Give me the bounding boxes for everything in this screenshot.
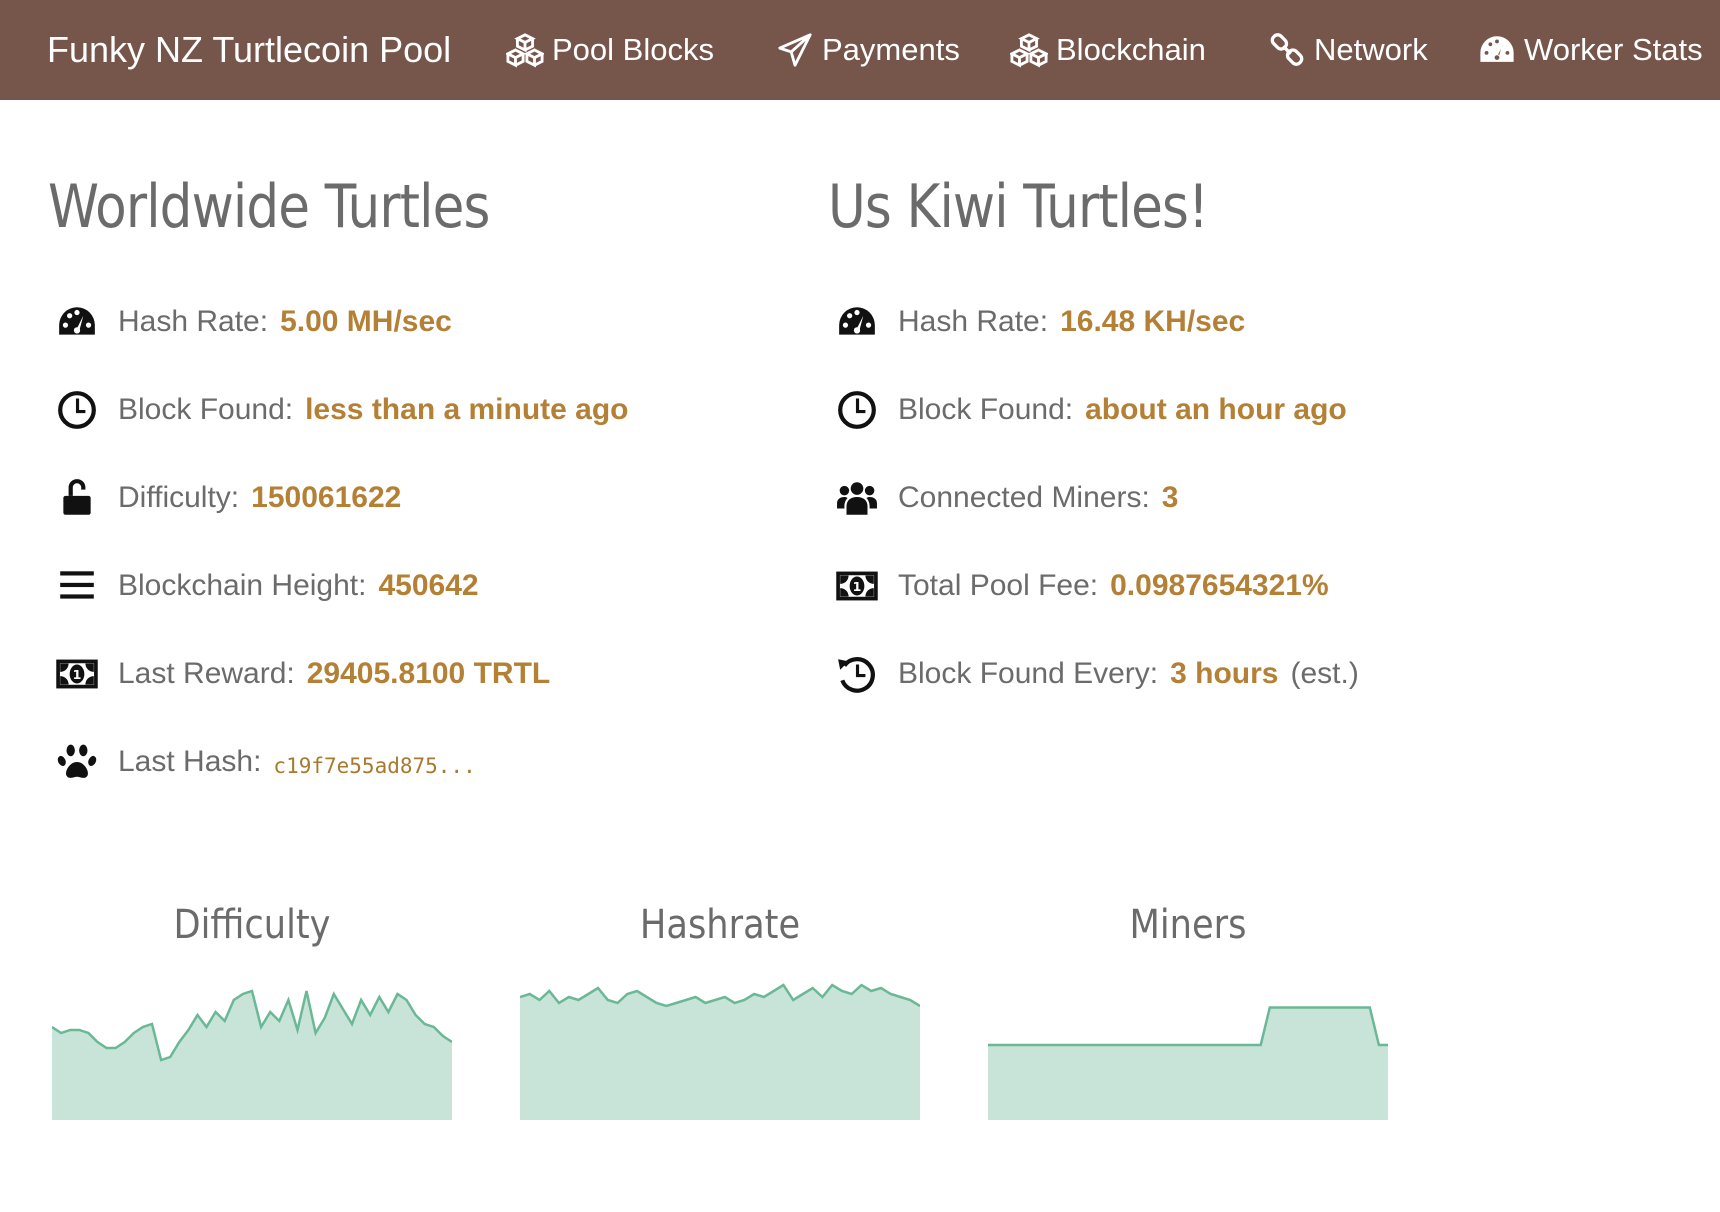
kiwi-title: Us Kiwi Turtles! [828,172,1209,242]
stat-value: 29405.8100 TRTL [306,657,551,690]
svg-text:1: 1 [853,579,862,594]
brand-link[interactable]: Funky NZ Turtlecoin Pool [47,26,451,74]
last-hash-link[interactable]: c19f7e55ad875... [273,754,475,778]
money-icon: 1 [54,651,100,697]
stat-pool-fee: 1 Total Pool Fee: 0.0987654321% [834,556,1329,616]
nav-pool-blocks[interactable]: Pool Blocks [506,26,714,74]
stat-last-hash: Last Hash: c19f7e55ad875... [54,732,476,792]
stat-suffix: (est.) [1290,657,1359,690]
stat-label: Blockchain Height: [118,569,367,602]
hashrate-chart [520,983,920,1120]
nav-blockchain[interactable]: Blockchain [1010,26,1206,74]
stat-label: Connected Miners: [898,481,1150,514]
cubes-icon [506,33,544,68]
nav-network[interactable]: Network [1268,26,1428,74]
stat-label: Last Reward: [118,657,295,690]
stat-value: 450642 [378,569,479,602]
paw-icon [54,739,100,785]
stat-label: Hash Rate: [118,305,269,338]
stat-value: about an hour ago [1085,393,1347,426]
stat-label: Block Found Every: [898,657,1159,690]
navbar: Funky NZ Turtlecoin Pool Pool Blocks Pay… [0,0,1720,100]
chart-title-miners: Miners [1129,902,1247,948]
nav-label: Worker Stats [1524,32,1703,67]
chart-area [52,991,452,1120]
stat-value: 3 hours [1170,657,1279,690]
stat-label: Block Found: [898,393,1074,426]
stat-label: Block Found: [118,393,294,426]
nav-worker-stats[interactable]: Worker Stats [1478,26,1703,74]
svg-text:1: 1 [73,667,82,682]
clock-icon [54,387,100,433]
clock-icon [834,387,880,433]
nav-label: Blockchain [1056,32,1206,67]
difficulty-chart [52,989,452,1120]
chart-area [988,1007,1388,1120]
dashboard-icon [1480,36,1514,62]
stat-block-found-every: Block Found Every: 3 hours (est.) [834,644,1359,704]
stat-label: Total Pool Fee: [898,569,1099,602]
nav-label: Payments [822,32,960,67]
money-icon: 1 [834,563,880,609]
miners-chart [988,1006,1388,1120]
paper-plane-icon [778,33,812,67]
stat-value: 150061622 [251,481,402,514]
bars-icon [54,563,100,609]
nav-payments[interactable]: Payments [776,26,960,74]
chart-title-difficulty: Difficulty [173,902,331,948]
stat-label: Last Hash: [118,745,262,778]
stat-value: 3 [1161,481,1179,514]
dashboard-icon [54,299,100,345]
stat-connected-miners: Connected Miners: 3 [834,468,1178,528]
stat-value: less than a minute ago [305,393,629,426]
nav-label: Network [1314,32,1428,67]
cubes-icon [1010,33,1048,68]
stat-pool-block-found: Block Found: about an hour ago [834,380,1347,440]
stat-pool-hash-rate: Hash Rate: 16.48 KH/sec [834,292,1245,352]
stat-label: Difficulty: [118,481,240,514]
worldwide-title: Worldwide Turtles [48,172,490,242]
stat-hash-rate: Hash Rate: 5.00 MH/sec [54,292,452,352]
stat-value: 16.48 KH/sec [1060,305,1246,338]
users-icon [834,475,880,521]
link-icon [1270,33,1304,66]
nav-label: Pool Blocks [552,32,714,67]
stat-last-reward: 1 Last Reward: 29405.8100 TRTL [54,644,550,704]
stat-block-found: Block Found: less than a minute ago [54,380,629,440]
dashboard-icon [834,299,880,345]
stat-value: 0.0987654321% [1110,569,1329,602]
history-icon [834,651,880,697]
stat-label: Hash Rate: [898,305,1049,338]
unlock-icon [54,475,100,521]
stat-difficulty: Difficulty: 150061622 [54,468,401,528]
chart-area [520,985,920,1120]
stat-value: 5.00 MH/sec [280,305,452,338]
chart-title-hashrate: Hashrate [639,902,801,948]
stat-blockchain-height: Blockchain Height: 450642 [54,556,479,616]
